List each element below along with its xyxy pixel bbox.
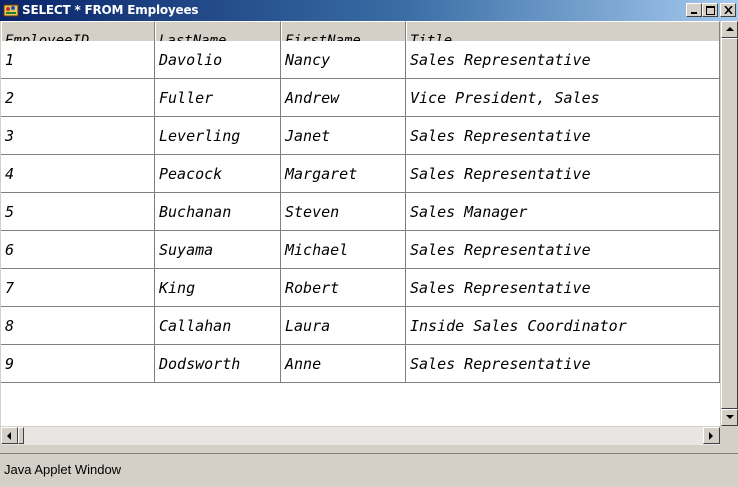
table-row[interactable]: 7 King Robert Sales Representative (1, 269, 720, 307)
close-button[interactable] (720, 3, 736, 17)
table-row[interactable]: 4 Peacock Margaret Sales Representative (1, 155, 720, 193)
cell-firstname[interactable]: Anne (281, 345, 406, 383)
cell-lastname[interactable]: Dodsworth (155, 345, 281, 383)
scroll-up-button[interactable] (721, 21, 738, 38)
cell-employeeid[interactable]: 3 (1, 117, 155, 155)
cell-firstname[interactable]: Nancy (281, 41, 406, 79)
cell-employeeid[interactable]: 6 (1, 231, 155, 269)
cell-firstname[interactable]: Andrew (281, 79, 406, 117)
vertical-scrollbar[interactable] (721, 21, 738, 426)
cell-lastname[interactable]: Suyama (155, 231, 281, 269)
cell-lastname[interactable]: Fuller (155, 79, 281, 117)
cell-lastname[interactable]: Leverling (155, 117, 281, 155)
cell-employeeid[interactable]: 1 (1, 41, 155, 79)
table-row[interactable]: 8 Callahan Laura Inside Sales Coordinato… (1, 307, 720, 345)
cell-lastname[interactable]: King (155, 269, 281, 307)
cell-firstname[interactable]: Laura (281, 307, 406, 345)
cell-firstname[interactable]: Robert (281, 269, 406, 307)
cell-firstname[interactable]: Michael (281, 231, 406, 269)
applet-window: SELECT * FROM Employees EmployeeID LastN… (0, 0, 738, 487)
status-text: Java Applet Window (4, 462, 122, 477)
minimize-button[interactable] (686, 3, 702, 17)
table-row[interactable]: 3 Leverling Janet Sales Representative (1, 117, 720, 155)
cell-title[interactable]: Vice President, Sales (406, 79, 720, 117)
cell-title[interactable]: Sales Representative (406, 345, 720, 383)
cell-firstname[interactable]: Margaret (281, 155, 406, 193)
cell-title[interactable]: Sales Representative (406, 155, 720, 193)
window-title: SELECT * FROM Employees (22, 3, 199, 17)
title-bar[interactable]: SELECT * FROM Employees (0, 0, 738, 21)
cell-title[interactable]: Sales Representative (406, 117, 720, 155)
java-applet-icon[interactable] (3, 2, 19, 18)
cell-employeeid[interactable]: 4 (1, 155, 155, 193)
cell-employeeid[interactable]: 8 (1, 307, 155, 345)
scrollbar-corner (721, 427, 738, 445)
scroll-down-button[interactable] (721, 409, 738, 426)
cell-employeeid[interactable]: 7 (1, 269, 155, 307)
cell-lastname[interactable]: Callahan (155, 307, 281, 345)
cell-title[interactable]: Sales Representative (406, 269, 720, 307)
cell-title[interactable]: Inside Sales Coordinator (406, 307, 720, 345)
vertical-scroll-thumb[interactable] (721, 38, 738, 409)
cell-firstname[interactable]: Janet (281, 117, 406, 155)
table-row[interactable]: 6 Suyama Michael Sales Representative (1, 231, 720, 269)
horizontal-scroll-thumb[interactable] (18, 427, 24, 444)
arrow-left-icon (7, 432, 11, 440)
cell-firstname[interactable]: Steven (281, 193, 406, 231)
cell-lastname[interactable]: Buchanan (155, 193, 281, 231)
table-row[interactable]: 2 Fuller Andrew Vice President, Sales (1, 79, 720, 117)
scroll-right-button[interactable] (703, 427, 720, 444)
cell-lastname[interactable]: Peacock (155, 155, 281, 193)
cell-employeeid[interactable]: 5 (1, 193, 155, 231)
table-row[interactable]: 5 Buchanan Steven Sales Manager (1, 193, 720, 231)
cell-title[interactable]: Sales Representative (406, 41, 720, 79)
cell-title[interactable]: Sales Manager (406, 193, 720, 231)
cell-employeeid[interactable]: 2 (1, 79, 155, 117)
arrow-right-icon (709, 432, 713, 440)
arrow-up-icon (726, 27, 734, 31)
employees-table[interactable]: 1 Davolio Nancy Sales Representative 2 F… (1, 41, 720, 426)
table-row[interactable]: 1 Davolio Nancy Sales Representative (1, 41, 720, 79)
table-row[interactable]: 9 Dodsworth Anne Sales Representative (1, 345, 720, 383)
cell-employeeid[interactable]: 9 (1, 345, 155, 383)
cell-lastname[interactable]: Davolio (155, 41, 281, 79)
maximize-button[interactable] (702, 3, 718, 17)
status-bar: Java Applet Window (0, 453, 738, 487)
scroll-left-button[interactable] (1, 427, 18, 444)
horizontal-scrollbar[interactable] (1, 427, 720, 445)
cell-title[interactable]: Sales Representative (406, 231, 720, 269)
arrow-down-icon (726, 415, 734, 419)
